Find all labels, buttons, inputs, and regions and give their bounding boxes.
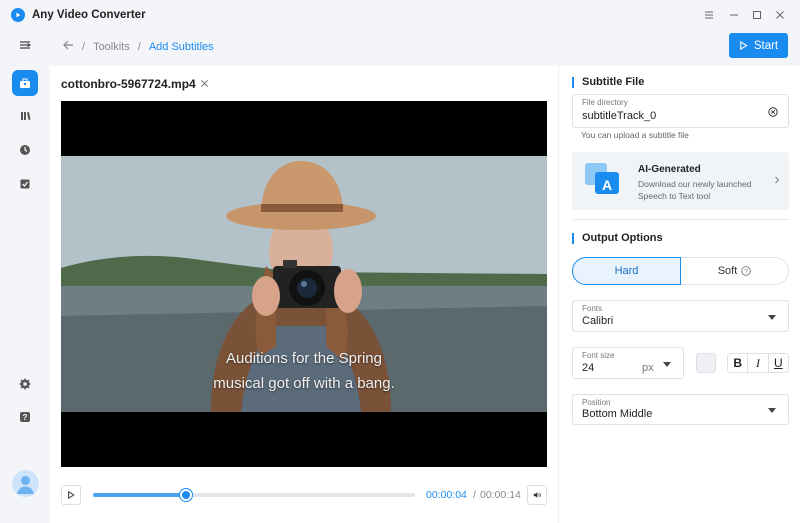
- font-size-unit: px: [642, 362, 654, 374]
- ai-speech-to-text-icon: A: [585, 163, 619, 194]
- progress-fill: [93, 493, 187, 497]
- chevron-right-icon: [775, 176, 780, 184]
- library-icon: [21, 112, 31, 120]
- collapse-menu-icon[interactable]: [12, 32, 38, 58]
- sidebar-item-tasks[interactable]: [12, 171, 38, 197]
- font-size-label: Font size: [582, 351, 615, 360]
- play-icon: [740, 41, 748, 50]
- breadcrumb: / Toolkits / Add Subtitles: [62, 39, 214, 54]
- start-button[interactable]: Start: [729, 33, 788, 58]
- svg-text:?: ?: [744, 269, 748, 276]
- settings-panel: Subtitle File File directory subtitleTra…: [558, 66, 800, 523]
- file-directory-value: subtitleTrack_0: [582, 110, 657, 122]
- bold-button[interactable]: B: [728, 354, 749, 372]
- position-select[interactable]: Position Bottom Middle: [572, 394, 789, 425]
- maximize-icon[interactable]: [748, 6, 766, 24]
- volume-button[interactable]: [527, 485, 547, 505]
- settings-icon: [19, 378, 31, 390]
- font-size-value: 24: [582, 362, 595, 374]
- progress-thumb[interactable]: [180, 489, 193, 501]
- fonts-label: Fonts: [582, 304, 603, 313]
- caret-down-icon: [768, 408, 776, 413]
- video-column: cottonbro-5967724.mp4 Auditions for the …: [50, 66, 558, 523]
- avatar-icon: [17, 476, 34, 494]
- sidebar-item-history[interactable]: [12, 137, 38, 163]
- output-options-heading: Output Options: [572, 233, 663, 244]
- position-label: Position: [582, 398, 611, 407]
- sidebar-item-settings[interactable]: [12, 371, 38, 397]
- fonts-select[interactable]: Fonts Calibri: [572, 300, 789, 332]
- sidebar: ?: [0, 30, 50, 523]
- subtitle-overlay-line-1: Auditions for the Spring: [226, 350, 382, 367]
- video-frame-image: [61, 156, 547, 412]
- clear-icon[interactable]: [768, 107, 778, 117]
- divider: [572, 219, 789, 220]
- main-panel: cottonbro-5967724.mp4 Auditions for the …: [50, 66, 800, 523]
- breadcrumb-separator: /: [137, 40, 141, 53]
- file-directory-label: File directory: [582, 98, 628, 107]
- playback-controls: 00:00:04 / 00:00:14: [61, 484, 547, 506]
- toolbox-icon: [20, 78, 30, 88]
- soft-label: Soft: [717, 265, 738, 277]
- start-button-label: Start: [753, 39, 779, 52]
- font-color-picker[interactable]: [696, 353, 716, 373]
- progress-bar[interactable]: [93, 489, 415, 501]
- fonts-value: Calibri: [582, 315, 614, 327]
- back-arrow-icon[interactable]: [62, 39, 74, 54]
- breadcrumb-current: Add Subtitles: [148, 40, 214, 53]
- minimize-icon[interactable]: [725, 6, 743, 24]
- svg-text:A: A: [602, 177, 612, 193]
- file-directory-field[interactable]: File directory subtitleTrack_0: [572, 94, 789, 128]
- play-icon: [68, 491, 75, 499]
- help-circle-icon[interactable]: ?: [741, 266, 752, 276]
- close-icon[interactable]: [771, 6, 789, 24]
- hard-label: Hard: [614, 265, 639, 277]
- ai-generated-title: AI-Generated: [638, 164, 701, 175]
- sidebar-item-help[interactable]: ?: [12, 404, 38, 430]
- app-title: Any Video Converter: [32, 9, 146, 21]
- hard-subtitle-toggle[interactable]: Hard: [572, 257, 681, 285]
- ai-generated-description: Download our newly launched Speech to Te…: [638, 179, 752, 201]
- upload-hint: You can upload a subtitle file: [581, 130, 689, 140]
- volume-icon: [533, 492, 541, 498]
- caret-down-icon: [768, 315, 776, 320]
- sidebar-item-toolbox[interactable]: [12, 70, 38, 96]
- caret-down-icon: [663, 362, 671, 367]
- text-format-group: B I U: [727, 353, 789, 373]
- sidebar-item-library[interactable]: [12, 103, 38, 129]
- ai-generated-card[interactable]: A AI-Generated Download our newly launch…: [572, 152, 789, 210]
- time-separator: /: [473, 489, 476, 501]
- subtitle-file-heading: Subtitle File: [572, 77, 644, 88]
- file-name: cottonbro-5967724.mp4: [61, 77, 209, 91]
- position-value: Bottom Middle: [582, 408, 653, 420]
- current-time: 00:00:04: [426, 489, 467, 501]
- app-logo-icon: [11, 8, 25, 22]
- video-preview[interactable]: Auditions for the Spring musical got off…: [61, 101, 547, 467]
- font-size-select[interactable]: Font size 24 px: [572, 347, 684, 379]
- play-button[interactable]: [61, 485, 81, 505]
- file-name-text: cottonbro-5967724.mp4: [61, 77, 196, 91]
- svg-text:?: ?: [23, 413, 28, 422]
- help-icon: ?: [20, 412, 30, 422]
- history-icon: [20, 145, 30, 155]
- underline-button[interactable]: U: [769, 354, 788, 372]
- breadcrumb-toolkits[interactable]: Toolkits: [93, 41, 130, 53]
- menu-icon[interactable]: [700, 6, 718, 24]
- avatar[interactable]: [12, 470, 39, 497]
- tasks-icon: [20, 179, 30, 189]
- total-time: 00:00:14: [480, 489, 521, 501]
- soft-subtitle-toggle[interactable]: Soft ?: [681, 257, 789, 285]
- breadcrumb-separator: /: [82, 40, 86, 53]
- subtitle-overlay-line-2: musical got off with a bang.: [213, 375, 395, 392]
- remove-file-icon[interactable]: [200, 77, 209, 91]
- title-bar: Any Video Converter: [0, 0, 800, 30]
- italic-button[interactable]: I: [748, 354, 769, 372]
